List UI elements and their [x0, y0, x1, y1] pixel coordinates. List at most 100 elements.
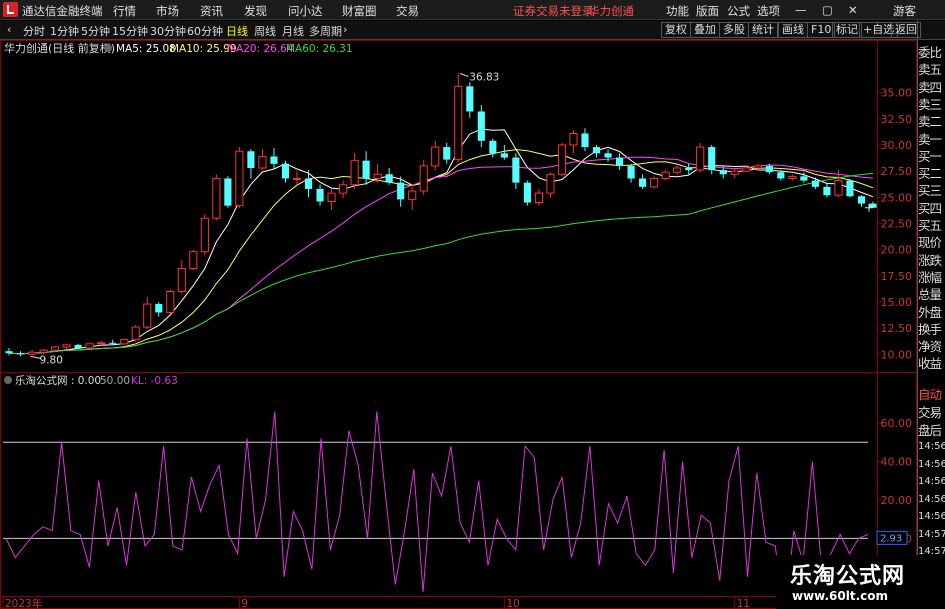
sidebar-time-0[interactable]: 14:56	[918, 441, 945, 459]
candle-body	[811, 180, 819, 187]
price-tick-label: 30.00	[881, 139, 913, 152]
price-tick-label: 12.50	[881, 322, 913, 335]
candle	[708, 144, 716, 175]
ma10-line	[8, 149, 874, 355]
time-label: 10	[506, 598, 519, 609]
candle	[177, 260, 186, 294]
sidebar-item-0[interactable]: 委比	[918, 42, 945, 60]
candle-body	[557, 144, 567, 175]
sidebar-item-2[interactable]: 卖四	[918, 77, 945, 95]
sidebar-time-2[interactable]: 14:56	[918, 476, 945, 494]
candle	[477, 105, 485, 148]
moving-average-lines	[8, 128, 874, 355]
candle	[385, 167, 393, 185]
ind-tick-label: 20.00	[881, 494, 913, 507]
candle-body	[823, 186, 831, 196]
watermark: 乐淘公式网 www.60lt.com	[776, 555, 945, 609]
sidebar-item-11[interactable]: 现价	[918, 232, 945, 250]
candle-body	[292, 177, 302, 180]
price-tick-label: 10.00	[881, 348, 913, 361]
price-tick-label: 35.00	[881, 87, 913, 100]
candle-body	[431, 146, 440, 167]
candle-body	[212, 177, 221, 219]
candle-body	[155, 304, 163, 313]
candle-body	[534, 192, 543, 204]
candle-body	[708, 147, 716, 171]
watermark-url: www.60lt.com	[792, 589, 889, 603]
candle	[16, 351, 25, 357]
sidebar-time-5[interactable]: 14:57	[918, 529, 945, 547]
sidebar-time-4[interactable]: 14:56	[918, 511, 945, 529]
candle	[466, 82, 474, 118]
candle-body	[39, 349, 48, 353]
sidebar-item-16[interactable]: 换手	[918, 319, 945, 337]
sidebar-time-3[interactable]: 14:56	[918, 494, 945, 512]
candle	[639, 174, 647, 189]
ma-legend-3: MA60: 26.31	[286, 43, 353, 55]
indicator-settings-icon	[4, 376, 12, 384]
candle	[696, 142, 705, 173]
candle-body	[339, 184, 348, 194]
sidebar-time-1[interactable]: 14:56	[918, 459, 945, 477]
candle-body	[177, 267, 186, 292]
candle-body	[109, 342, 117, 344]
sidebar-item-18[interactable]: 收益	[918, 353, 945, 371]
time-label: 9	[241, 598, 248, 609]
sidebar-lower-1[interactable]: 交易	[918, 402, 945, 420]
sidebar-lower-0[interactable]: 自动	[918, 384, 945, 402]
candle	[650, 176, 659, 189]
sidebar-item-6[interactable]: 买一	[918, 146, 945, 164]
candle	[189, 249, 198, 271]
candle	[143, 296, 152, 330]
sidebar-item-14[interactable]: 总量	[918, 284, 945, 302]
price-tick-label: 27.50	[881, 165, 913, 178]
candle-body	[131, 326, 140, 341]
sidebar-item-13[interactable]: 涨幅	[918, 267, 945, 285]
candle	[166, 289, 175, 315]
candle-body	[235, 150, 244, 207]
sidebar-item-1[interactable]: 卖五	[918, 59, 945, 77]
candle	[443, 142, 451, 164]
candle	[292, 171, 302, 185]
candle-body	[200, 217, 209, 253]
candle-body	[350, 160, 359, 186]
sidebar-item-9[interactable]: 买四	[918, 198, 945, 216]
candle-body	[650, 177, 659, 188]
sidebar-item-4[interactable]: 卖二	[918, 111, 945, 129]
candle-body	[788, 175, 797, 179]
candle-body	[742, 167, 751, 172]
indicator-series	[5, 411, 869, 609]
candle-body	[454, 85, 463, 161]
candle	[419, 159, 428, 196]
sidebar-item-17[interactable]: 净资	[918, 336, 945, 354]
candle	[27, 350, 37, 356]
chart-canvas[interactable]: 10.00 12.50 15.00 17.50 20.00 22.50 25.00 27.50…	[0, 0, 945, 609]
candle-body	[258, 155, 267, 169]
candle	[62, 343, 71, 350]
sidebar-item-8[interactable]: 买三	[918, 180, 945, 198]
candle-body	[581, 133, 589, 148]
main-chart-labels: 华力创通(日线 前复权) MA5: 25.08MA10: 25.99MA20: 2…	[4, 41, 873, 366]
sidebar-item-3[interactable]: 卖三	[918, 94, 945, 112]
candle-body	[120, 339, 129, 345]
candle	[534, 188, 543, 206]
sidebar-item-7[interactable]: 买二	[918, 163, 945, 181]
sidebar-lower-2[interactable]: 盘后	[918, 420, 945, 438]
candle-body	[673, 167, 682, 173]
candle	[212, 174, 221, 221]
candle	[120, 338, 129, 345]
candle	[546, 172, 555, 198]
sidebar-item-5[interactable]: 卖一	[918, 129, 945, 147]
sidebar-item-15[interactable]: 外盘	[918, 302, 945, 320]
ma-legend-0: MA5: 25.08	[116, 43, 176, 55]
candle-body	[27, 351, 37, 355]
candle	[857, 195, 866, 207]
candle-body	[466, 86, 474, 112]
candle	[5, 348, 13, 356]
indicator-title: 乐淘公式网 : 0.00	[15, 374, 101, 387]
sidebar-item-12[interactable]: 涨跌	[918, 250, 945, 268]
sidebar-item-10[interactable]: 买五	[918, 215, 945, 233]
ind-tick-label: 60.00	[881, 417, 913, 430]
candle	[224, 176, 232, 208]
candle	[155, 301, 163, 317]
